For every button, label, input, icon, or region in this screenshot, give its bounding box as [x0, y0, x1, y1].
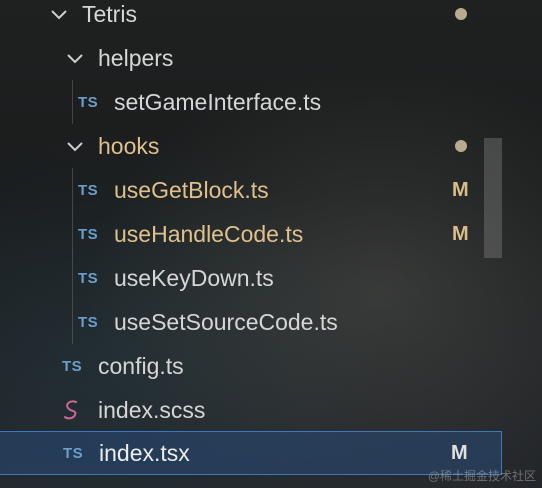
file-index-tsx[interactable]: TS index.tsx M	[0, 431, 502, 475]
typescript-icon: TS	[78, 269, 99, 287]
file-usesetsourcecode[interactable]: TS useSetSourceCode.ts	[0, 300, 502, 344]
file-label: setGameInterface.ts	[114, 88, 322, 115]
file-label: index.scss	[98, 396, 206, 423]
indent-guide	[72, 80, 73, 124]
chevron-down-icon[interactable]	[64, 47, 86, 69]
file-usekeydown[interactable]: TS useKeyDown.ts	[0, 256, 502, 300]
file-setgameinterface[interactable]: TS setGameInterface.ts	[0, 80, 502, 124]
chevron-down-icon[interactable]	[48, 3, 70, 25]
chevron-down-icon[interactable]	[64, 135, 86, 157]
sass-icon	[62, 398, 90, 422]
modified-dot-icon	[455, 140, 467, 152]
indent-guide	[72, 168, 73, 344]
typescript-icon: TS	[63, 444, 84, 462]
scrollbar-thumb[interactable]	[484, 138, 502, 258]
file-config[interactable]: TS config.ts	[0, 344, 502, 388]
typescript-icon: TS	[78, 313, 99, 331]
git-status-badge: M	[451, 441, 468, 464]
folder-label: Tetris	[82, 0, 137, 27]
file-label: useHandleCode.ts	[114, 220, 304, 247]
folder-label: hooks	[98, 132, 160, 159]
file-label: useSetSourceCode.ts	[114, 308, 338, 335]
file-usehandlecode[interactable]: TS useHandleCode.ts M	[0, 212, 502, 256]
watermark: @稀土掘金技术社区	[427, 469, 536, 483]
file-explorer-tree: Tetris helpers TS setGameInterface.ts ho…	[0, 0, 542, 488]
folder-helpers[interactable]: helpers	[0, 36, 502, 80]
folder-hooks[interactable]: hooks	[0, 124, 502, 168]
typescript-icon: TS	[62, 357, 83, 375]
file-label: useKeyDown.ts	[114, 264, 274, 291]
typescript-icon: TS	[78, 225, 99, 243]
file-label: useGetBlock.ts	[114, 176, 269, 203]
file-usegetblock[interactable]: TS useGetBlock.ts M	[0, 168, 502, 212]
typescript-icon: TS	[78, 93, 99, 111]
folder-label: helpers	[98, 44, 174, 71]
file-label: index.tsx	[99, 439, 190, 466]
modified-dot-icon	[455, 8, 467, 20]
file-index-scss[interactable]: index.scss	[0, 388, 502, 432]
folder-tetris[interactable]: Tetris	[0, 0, 502, 36]
git-status-badge: M	[452, 222, 469, 245]
file-label: config.ts	[98, 352, 184, 379]
git-status-badge: M	[452, 178, 469, 201]
typescript-icon: TS	[78, 181, 99, 199]
